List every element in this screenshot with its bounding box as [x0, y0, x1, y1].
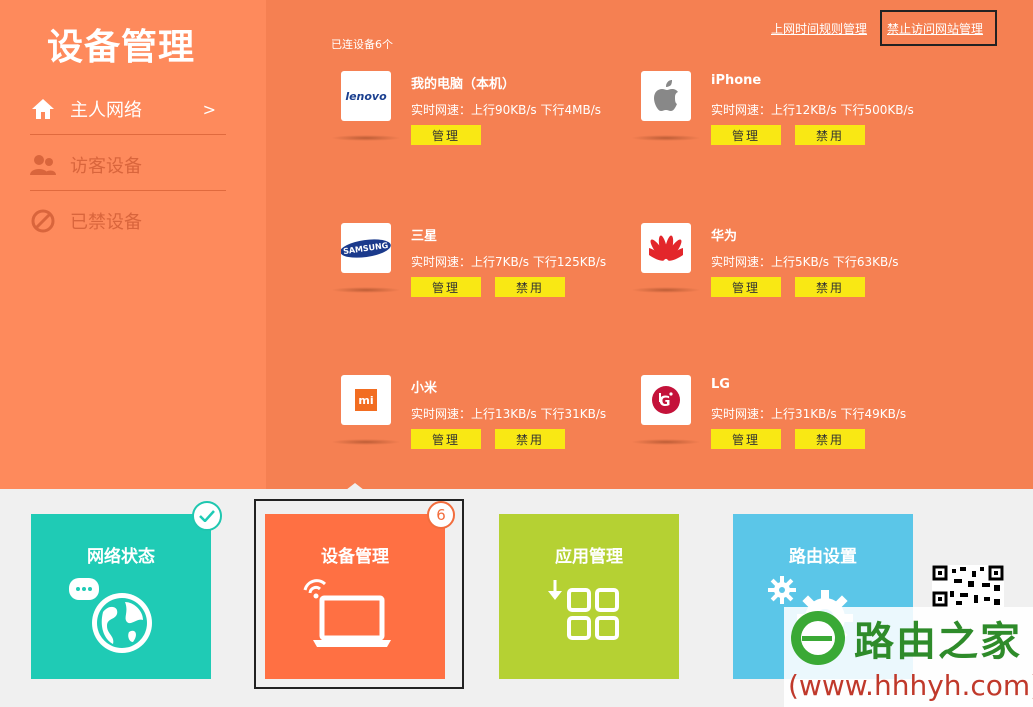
selected-tile-box [254, 499, 464, 689]
shadow [631, 439, 701, 445]
sidebar-item-label: 已禁设备 [70, 212, 142, 233]
device-speed: 实时网速：上行12KB/s 下行500KB/s [711, 103, 914, 117]
lenovo-logo: lenovo [341, 71, 391, 121]
device-card-lg: G LG 实时网速：上行31KB/s 下行49KB/s 管理 禁用 [631, 375, 931, 485]
samsung-logo: SAMSUNG [341, 223, 391, 273]
page-title: 设备管理 [47, 27, 196, 68]
block-button[interactable]: 禁用 [495, 277, 565, 297]
manage-button[interactable]: 管理 [711, 429, 781, 449]
device-card-huawei: 华为 实时网速：上行5KB/s 下行63KB/s 管理 禁用 [631, 223, 931, 333]
qr-code [932, 565, 1004, 607]
shadow [331, 135, 401, 141]
device-name: 小米 [411, 381, 438, 396]
device-name: iPhone [711, 73, 762, 88]
sidebar-item-host-network[interactable]: 主人网络 > [30, 81, 226, 137]
device-speed: 实时网速：上行90KB/s 下行4MB/s [411, 103, 601, 117]
chevron-right-icon: > [202, 99, 216, 119]
device-name: 三星 [411, 229, 438, 244]
huawei-logo [641, 223, 691, 273]
shadow [331, 439, 401, 445]
block-button[interactable]: 禁用 [795, 429, 865, 449]
apple-logo [641, 71, 691, 121]
device-name: 我的电脑（本机） [411, 77, 516, 92]
tile-label: 网络状态 [87, 547, 155, 567]
connected-count: 已连设备6个 [331, 38, 393, 51]
device-card-xiaomi: mi 小米 实时网速：上行13KB/s 下行31KB/s 管理 禁用 [331, 375, 631, 485]
watermark-url: (www.hhhyh.com) [788, 669, 1033, 702]
shadow [631, 135, 701, 141]
device-speed: 实时网速：上行13KB/s 下行31KB/s [411, 407, 607, 421]
watermark-brand: 路由之家 [854, 619, 1022, 665]
watermark-logo-icon [791, 611, 845, 665]
guest-users-icon [30, 152, 56, 178]
block-button[interactable]: 禁用 [495, 429, 565, 449]
device-speed: 实时网速：上行31KB/s 下行49KB/s [711, 407, 907, 421]
device-card-samsung: SAMSUNG 三星 实时网速：上行7KB/s 下行125KB/s 管理 禁用 [331, 223, 631, 333]
manage-button[interactable]: 管理 [411, 429, 481, 449]
selection-pointer [346, 483, 364, 490]
tile-app-management[interactable]: 应用管理 [499, 514, 679, 679]
sidebar-item-label: 访客设备 [70, 156, 142, 177]
highlight-box [880, 10, 997, 46]
manage-button[interactable]: 管理 [711, 125, 781, 145]
manage-button[interactable]: 管理 [411, 277, 481, 297]
check-icon [192, 501, 222, 531]
shadow [631, 287, 701, 293]
divider [30, 190, 226, 191]
block-button[interactable]: 禁用 [795, 277, 865, 297]
divider [30, 134, 226, 135]
sidebar-item-guest-devices[interactable]: 访客设备 [30, 137, 226, 193]
schedule-rules-link[interactable]: 上网时间规则管理 [771, 20, 867, 37]
tile-network-status[interactable]: 网络状态 [31, 514, 211, 679]
globe-chat-icon [69, 578, 152, 653]
device-card-iphone: iPhone 实时网速：上行12KB/s 下行500KB/s 管理 禁用 [631, 71, 931, 181]
device-name: LG [711, 377, 730, 392]
manage-button[interactable]: 管理 [411, 125, 481, 145]
device-speed: 实时网速：上行7KB/s 下行125KB/s [411, 255, 607, 269]
home-icon [30, 96, 56, 122]
device-card-my-computer: lenovo 我的电脑（本机） 实时网速：上行90KB/s 下行4MB/s 管理 [331, 71, 631, 181]
apps-grid-icon [548, 580, 619, 640]
device-name: 华为 [711, 229, 738, 244]
block-button[interactable]: 禁用 [795, 125, 865, 145]
tile-label: 路由设置 [789, 547, 857, 567]
watermark: 路由之家 (www.hhhyh.com) [784, 607, 1033, 707]
shadow [331, 287, 401, 293]
tile-label: 应用管理 [555, 547, 623, 567]
device-count-badge: 6 [427, 501, 455, 529]
manage-button[interactable]: 管理 [711, 277, 781, 297]
blocked-icon [30, 208, 56, 234]
sidebar-item-label: 主人网络 [70, 100, 142, 121]
lg-logo: G [641, 375, 691, 425]
device-speed: 实时网速：上行5KB/s 下行63KB/s [711, 255, 899, 269]
xiaomi-logo: mi [341, 375, 391, 425]
sidebar-item-blocked-devices[interactable]: 已禁设备 [30, 193, 226, 249]
